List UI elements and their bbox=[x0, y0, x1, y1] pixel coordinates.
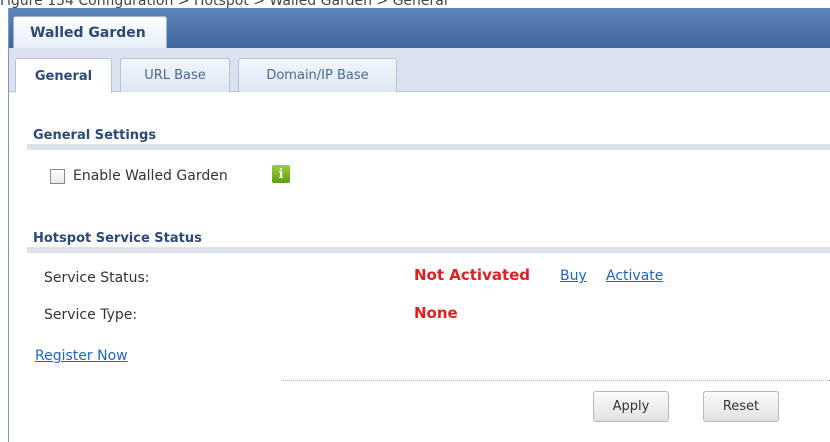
service-status-value: Not Activated bbox=[414, 266, 531, 284]
tab-domain-ip-base[interactable]: Domain/IP Base bbox=[238, 58, 397, 92]
hotspot-service-status-title: Hotspot Service Status bbox=[33, 231, 202, 246]
activate-link[interactable]: Activate bbox=[606, 268, 663, 284]
enable-walled-garden-checkbox[interactable] bbox=[50, 169, 65, 184]
section-divider bbox=[27, 247, 830, 253]
sub-tab-bar: General URL Base Domain/IP Base bbox=[9, 48, 830, 93]
reset-button[interactable]: Reset bbox=[703, 391, 779, 422]
figure-caption: Figure 154 Configuration > Hotspot > Wal… bbox=[0, 0, 448, 8]
enable-walled-garden-label: Enable Walled Garden bbox=[73, 168, 228, 184]
walled-garden-panel: Walled Garden General URL Base Domain/IP… bbox=[8, 8, 830, 442]
info-icon[interactable]: i bbox=[272, 165, 290, 183]
main-tab-bar: Walled Garden bbox=[9, 8, 830, 48]
service-type-label: Service Type: bbox=[44, 307, 138, 323]
section-divider bbox=[27, 144, 830, 150]
tab-general[interactable]: General bbox=[15, 58, 112, 93]
buy-link[interactable]: Buy bbox=[560, 268, 587, 284]
service-type-value: None bbox=[414, 304, 458, 322]
apply-button[interactable]: Apply bbox=[593, 391, 669, 422]
register-now-link[interactable]: Register Now bbox=[35, 348, 128, 364]
footer-divider bbox=[283, 380, 830, 381]
general-settings-title: General Settings bbox=[33, 128, 157, 143]
tab-walled-garden[interactable]: Walled Garden bbox=[13, 16, 167, 48]
service-status-label: Service Status: bbox=[44, 270, 150, 286]
tab-url-base[interactable]: URL Base bbox=[120, 58, 230, 92]
